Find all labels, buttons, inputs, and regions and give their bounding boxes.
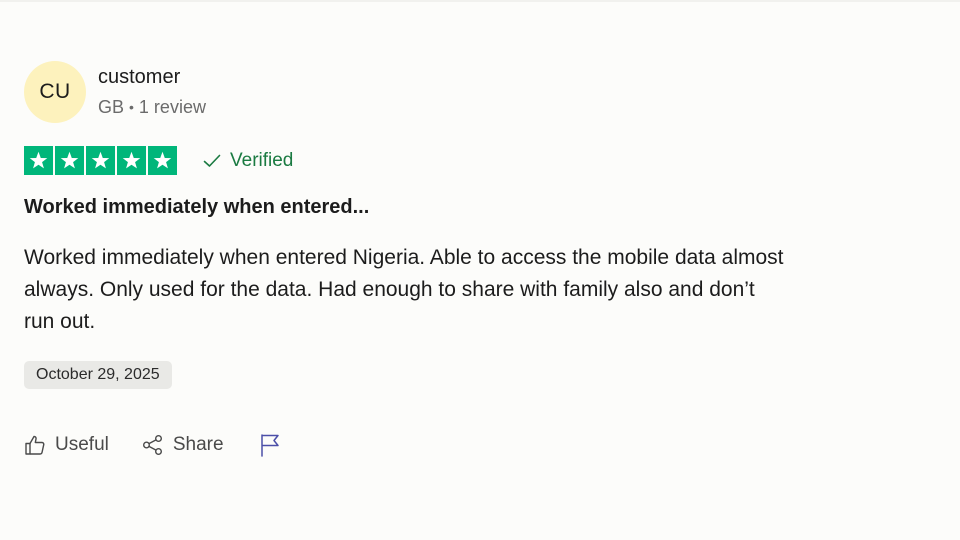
useful-label: Useful xyxy=(55,434,109,455)
share-icon xyxy=(142,435,162,455)
rating-row: Verified xyxy=(24,146,293,175)
star-icon xyxy=(24,146,53,175)
reviewer-review-count: 1 review xyxy=(138,97,206,117)
avatar[interactable]: CU xyxy=(24,61,86,123)
share-label: Share xyxy=(172,434,224,455)
review-card: CU customer GB • 1 review Verified Worke… xyxy=(24,0,924,540)
reviewer-header: CU customer GB • 1 review xyxy=(24,61,206,123)
review-body: Worked immediately when entered Nigeria.… xyxy=(24,246,784,333)
flag-icon xyxy=(260,434,279,457)
review-date-badge: October 29, 2025 xyxy=(24,361,172,389)
checkmark-icon xyxy=(203,154,221,167)
star-icon xyxy=(117,146,146,175)
verified-label: Verified xyxy=(230,149,294,171)
reviewer-country: GB xyxy=(98,97,125,117)
meta-separator: • xyxy=(129,99,134,115)
star-icon xyxy=(55,146,84,175)
thumbs-up-icon xyxy=(25,435,45,455)
reviewer-name-link[interactable]: customer xyxy=(98,63,206,91)
review-date: October 29, 2025 xyxy=(36,366,160,383)
reviewer-meta: GB • 1 review xyxy=(98,95,206,119)
review-title: Worked immediately when entered... xyxy=(24,196,370,218)
star-rating xyxy=(24,146,177,175)
star-icon xyxy=(148,146,177,175)
avatar-initials: CU xyxy=(39,80,71,103)
review-actions: Useful Share xyxy=(24,431,281,459)
useful-button[interactable]: Useful xyxy=(24,431,109,459)
star-icon xyxy=(86,146,115,175)
report-button[interactable] xyxy=(259,431,281,459)
verified-badge[interactable]: Verified xyxy=(203,150,293,172)
share-button[interactable]: Share xyxy=(142,431,224,459)
reviewer-info: customer GB • 1 review xyxy=(98,63,206,119)
